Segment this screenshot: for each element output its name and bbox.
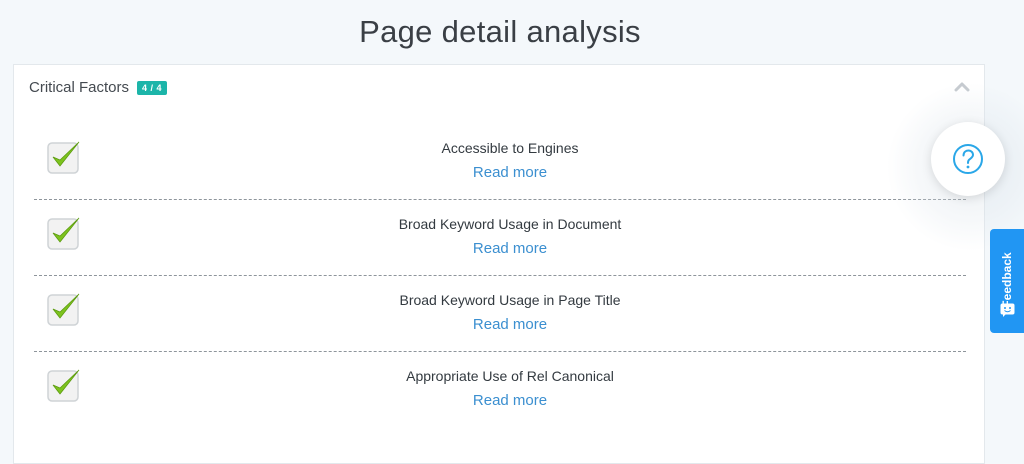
feedback-tab[interactable]: Feedback: [990, 229, 1024, 333]
question-icon: [953, 144, 983, 174]
read-more-link[interactable]: Read more: [34, 392, 986, 409]
factor-name: Broad Keyword Usage in Page Title: [399, 292, 621, 308]
critical-factors-panel: Critical Factors 4 / 4 Accessible to Eng…: [13, 64, 985, 464]
help-button[interactable]: [931, 122, 1005, 196]
read-more-link[interactable]: Read more: [34, 164, 986, 181]
count-badge: 4 / 4: [137, 80, 168, 95]
factor-name: Accessible to Engines: [441, 140, 579, 156]
page-title: Page detail analysis: [359, 14, 641, 49]
panel-title: Critical Factors: [29, 79, 130, 96]
panel-header[interactable]: Critical Factors 4 / 4: [29, 79, 168, 96]
read-more-link[interactable]: Read more: [34, 316, 986, 333]
factor-row: Broad Keyword Usage in Document Read mor…: [34, 201, 966, 276]
smile-chat-icon: [1000, 303, 1015, 317]
factor-row: Accessible to Engines Read more: [34, 125, 966, 200]
read-more-link[interactable]: Read more: [34, 240, 986, 257]
factor-name: Broad Keyword Usage in Document: [398, 216, 622, 232]
feedback-label: Feedback: [1000, 252, 1014, 308]
factor-row: Broad Keyword Usage in Page Title Read m…: [34, 277, 966, 352]
factor-name: Appropriate Use of Rel Canonical: [406, 368, 614, 384]
factor-row: Appropriate Use of Rel Canonical Read mo…: [34, 353, 966, 428]
